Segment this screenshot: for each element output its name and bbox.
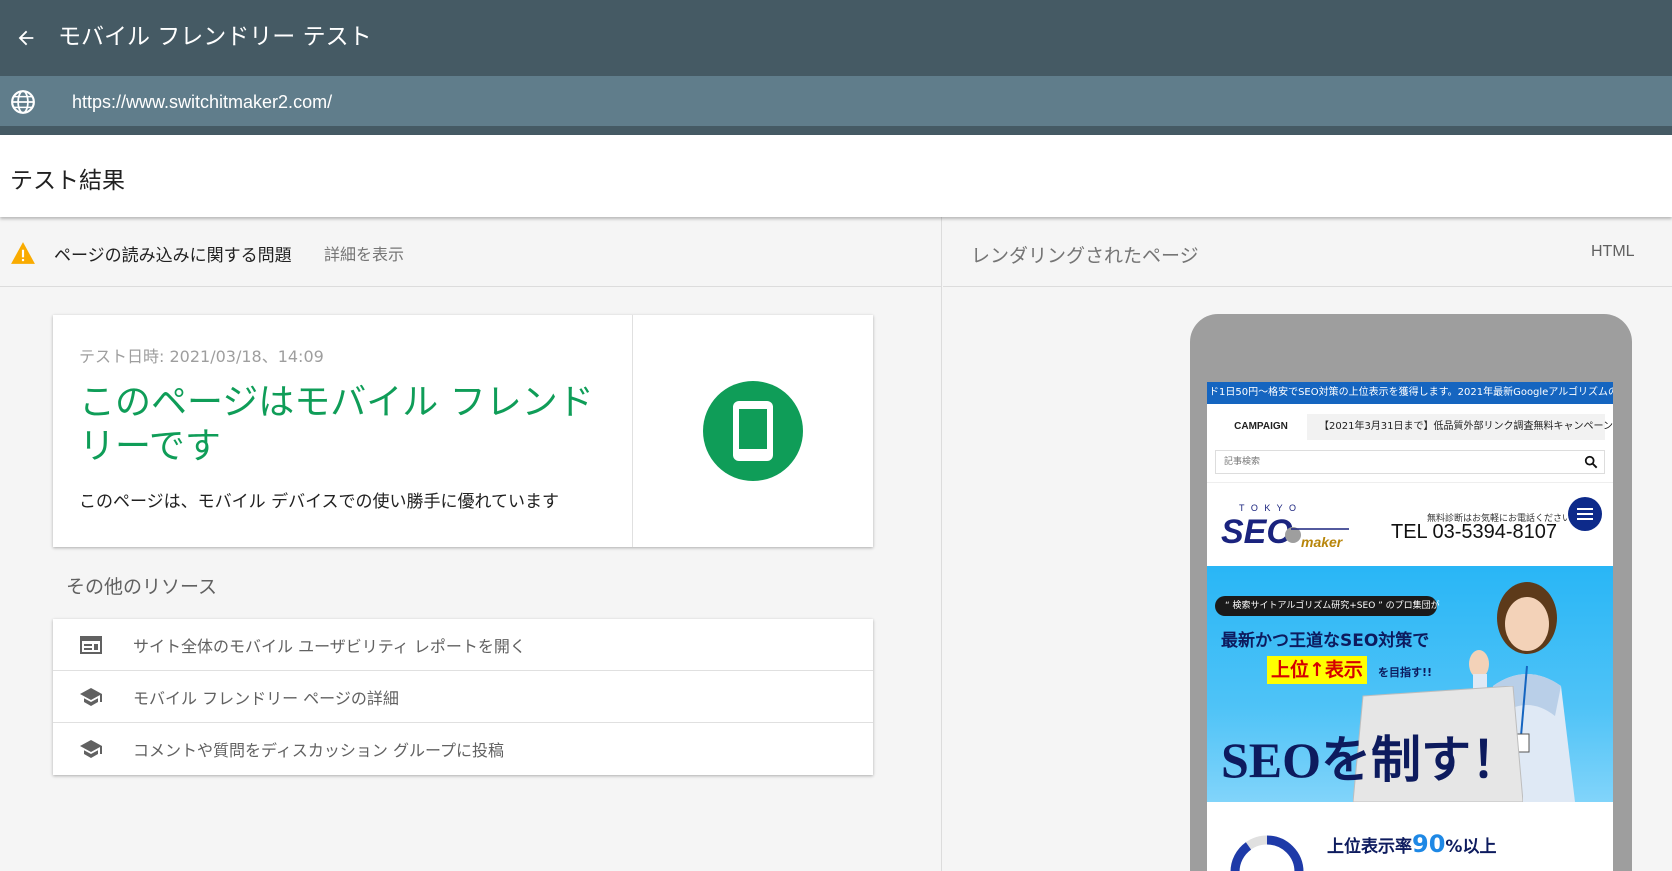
url-bar: https://www.switchitmaker2.com/ [0,76,1672,135]
resource-label: モバイル フレンドリー ページの詳細 [133,689,399,708]
smartphone-icon [733,401,773,461]
rate-text: 上位表示率90%以上 [1327,830,1496,858]
site-menu-button [1568,497,1602,531]
seo-maker-logo: T O K Y O SEO maker [1221,503,1349,551]
hero-big-text: SEOを制す！ [1221,732,1522,788]
hero-rank-line: 上位↑表示 を目指す!! [1267,656,1432,684]
mobile-friendly-card: テスト日時: 2021/03/18、14:09 このページはモバイル フレンドリ… [53,315,873,547]
tab-html[interactable]: HTML [1591,243,1635,261]
rendered-page-header: レンダリングされたページ HTML [943,217,1672,287]
tab-rendered-page[interactable]: レンダリングされたページ [971,241,1199,268]
site-search-field: 記事検索 [1215,450,1605,474]
rate-unit: %以上 [1445,837,1497,857]
logo-tokyo-text: T O K Y O [1239,503,1298,513]
resource-usability-report[interactable]: サイト全体のモバイル ユーザビリティ レポートを開く [53,619,873,671]
rate-donut-chart [1230,835,1304,871]
site-campaign-bar: CAMPAIGN 【2021年3月31日まで】低品質外部リンク調査無料キャンペー… [1215,414,1613,440]
page-loading-issues-row: ページの読み込みに関する問題 詳細を表示 [0,217,942,287]
rate-value: 90 [1412,830,1446,858]
resource-discussion-group[interactable]: コメントや質問をディスカッション グループに投稿 [53,723,873,775]
site-phone-number: TEL 03-5394-8107 [1391,521,1558,543]
warning-icon [11,242,35,264]
resources-list: サイト全体のモバイル ユーザビリティ レポートを開く モバイル フレンドリー ペ… [53,619,873,775]
arrow-back-icon [18,30,34,46]
card-text-area: テスト日時: 2021/03/18、14:09 このページはモバイル フレンドリ… [53,315,633,547]
issue-text: ページの読み込みに関する問題 [54,246,292,266]
site-header: T O K Y O SEO maker 無料診断はお気軽にお電話ください。 TE… [1207,482,1613,564]
app-bar: モバイル フレンドリー テスト [0,0,1672,76]
tested-url[interactable]: https://www.switchitmaker2.com/ [72,89,332,115]
logo-seo-text: SEO [1221,513,1293,551]
test-datetime: テスト日時: 2021/03/18、14:09 [79,347,324,366]
result-headline: このページはモバイル フレンドリーです [79,382,594,467]
school-cap-icon [80,740,102,758]
rate-label: 上位表示率 [1327,837,1412,857]
back-button[interactable] [8,20,44,56]
site-hero: “ 検索サイトアルゴリズム研究+SEO ” のプロ集団が 最新かつ王道なSEO対… [1207,566,1613,802]
campaign-label: CAMPAIGN [1215,414,1307,440]
site-search-placeholder: 記事検索 [1224,457,1261,467]
resources-heading: その他のリソース [66,576,218,598]
resource-mobile-friendly-details[interactable]: モバイル フレンドリー ページの詳細 [53,671,873,723]
app-title: モバイル フレンドリー テスト [58,24,372,50]
hero-rank-tail: を目指す!! [1378,666,1433,679]
results-pane: ページの読み込みに関する問題 詳細を表示 テスト日時: 2021/03/18、1… [0,217,942,871]
resource-label: コメントや質問をディスカッション グループに投稿 [133,741,505,760]
show-details-link[interactable]: 詳細を表示 [324,241,404,265]
result-subtext: このページは、モバイル デバイスでの使い勝手に優れています [79,492,560,512]
search-icon [1584,455,1598,469]
site-stats: 上位表示率90%以上 [1207,802,1613,871]
globe-icon [11,90,35,114]
hamburger-menu-icon [1577,508,1593,520]
results-header: テスト結果 [0,135,1672,217]
hero-pill: “ 検索サイトアルゴリズム研究+SEO ” のプロ集団が [1215,596,1440,616]
school-cap-icon [80,688,102,706]
resource-label: サイト全体のモバイル ユーザビリティ レポートを開く [133,637,526,656]
hero-headline: 最新かつ王道なSEO対策で [1221,631,1430,651]
campaign-text: 【2021年3月31日まで】低品質外部リンク調査無料キャンペーン [1319,421,1613,432]
rendered-screenshot: ド1日50円～格安でSEO対策の上位表示を獲得します。2021年最新Google… [1207,382,1613,871]
hero-rank-highlight: 上位↑表示 [1267,656,1367,684]
results-title: テスト結果 [10,168,125,194]
site-banner: ド1日50円～格安でSEO対策の上位表示を獲得します。2021年最新Google… [1207,382,1613,404]
web-report-icon [80,636,102,654]
logo-maker-text: maker [1301,534,1344,550]
mobile-friendly-badge [703,381,803,481]
rendered-page-pane: レンダリングされたページ HTML ド1日50円～格安でSEO対策の上位表示を獲… [943,217,1672,871]
phone-frame: ド1日50円～格安でSEO対策の上位表示を獲得します。2021年最新Google… [1190,314,1632,871]
